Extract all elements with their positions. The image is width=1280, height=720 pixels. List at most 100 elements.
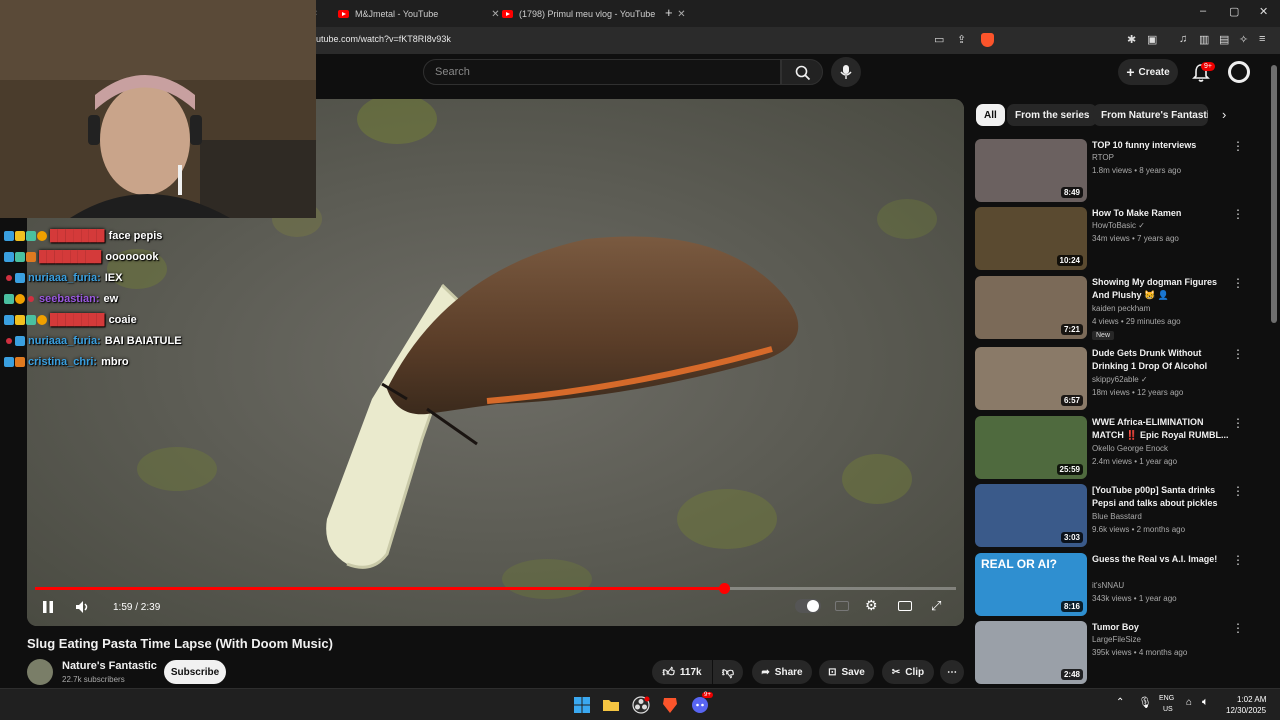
pause-icon[interactable] — [41, 600, 55, 614]
video-thumbnail[interactable]: 3:03 — [975, 484, 1087, 547]
video-thumbnail[interactable]: 8:49 — [975, 139, 1087, 202]
recommended-video[interactable]: 25:59 WWE Africa-ELIMINATION MATCH ‼️ Epi… — [975, 416, 1260, 480]
fullscreen-icon[interactable]: ⤢ — [931, 598, 941, 614]
sidebar-icon[interactable]: ▥ — [1199, 33, 1209, 46]
recommended-channel-name[interactable]: kaiden peckham — [1092, 304, 1150, 313]
file-explorer-icon[interactable] — [602, 696, 620, 714]
dislike-button[interactable]: 👎︎ — [713, 660, 743, 684]
channel-avatar[interactable] — [27, 659, 53, 685]
more-vertical-icon[interactable]: ⋮ — [1232, 347, 1244, 361]
clip-button[interactable]: ✂ Clip — [882, 660, 934, 684]
recommended-video-title[interactable]: WWE Africa-ELIMINATION MATCH ‼️ Epic Roy… — [1092, 416, 1232, 442]
recommended-video-title[interactable]: Dude Gets Drunk Without Drinking 1 Drop … — [1092, 347, 1232, 373]
chevron-right-icon[interactable]: › — [1222, 107, 1226, 122]
cast-icon[interactable]: ▭ — [934, 33, 944, 46]
recommended-channel-name[interactable]: Okello George Enock — [1092, 444, 1168, 453]
search-input[interactable]: Search — [423, 59, 781, 85]
microphone-tray-icon[interactable]: 🎙︎ — [1138, 696, 1152, 709]
recommended-channel-name[interactable]: RTOP — [1092, 153, 1114, 162]
clock-time[interactable]: 1:02 AM — [1237, 695, 1266, 704]
obs-icon[interactable] — [632, 696, 650, 714]
url-field[interactable]: utube.com/watch?v=fKT8RI8v93k — [316, 34, 451, 44]
account-avatar[interactable] — [1228, 61, 1250, 83]
more-actions-button[interactable]: ⋯ — [940, 660, 964, 684]
more-vertical-icon[interactable]: ⋮ — [1232, 416, 1244, 430]
video-thumbnail[interactable]: REAL OR AI? 8:16 — [975, 553, 1087, 616]
close-window-button[interactable]: ✕ — [1259, 5, 1268, 18]
media-icon[interactable]: ♫ — [1179, 33, 1187, 45]
video-thumbnail[interactable]: 6:57 — [975, 347, 1087, 410]
close-tab-icon[interactable]: ✕ — [677, 9, 685, 20]
menu-icon[interactable]: ≡ — [1259, 33, 1265, 45]
minimize-button[interactable]: – — [1200, 5, 1206, 17]
wallet-icon[interactable]: ▤ — [1219, 33, 1229, 46]
show-hidden-icons-icon[interactable]: ⌃ — [1116, 697, 1124, 708]
progress-scrubber-handle[interactable] — [718, 583, 730, 594]
tab-groups-icon[interactable]: ▣ — [1147, 33, 1157, 46]
close-tab-icon[interactable]: ✕ — [491, 9, 499, 20]
channel-name[interactable]: Nature's Fantastic — [62, 660, 157, 672]
recommended-channel-name[interactable]: skippy62able ✓ — [1092, 375, 1148, 384]
search-button[interactable] — [781, 59, 823, 85]
chat-username: seebastian: — [39, 292, 100, 305]
chat-username: ████████ — [39, 250, 102, 263]
network-icon[interactable]: ⌂ — [1186, 697, 1192, 708]
chip-all[interactable]: All — [976, 104, 1005, 126]
speaker-icon[interactable]: 🔈︎ — [1202, 696, 1209, 709]
recommended-video[interactable]: 10:24 How To Make Ramen HowToBasic ✓ 34m vi… — [975, 207, 1260, 271]
video-thumbnail[interactable]: 10:24 — [975, 207, 1087, 270]
progress-bar[interactable] — [35, 583, 956, 594]
new-tab-button[interactable]: + — [665, 5, 673, 20]
leo-ai-icon[interactable]: ✧ — [1239, 33, 1248, 46]
recommended-channel-name[interactable]: LargeFileSize — [1092, 635, 1141, 644]
recommended-video[interactable]: 7:21 Showing My dogman Figures And Plushy… — [975, 276, 1260, 340]
save-button[interactable]: ⊡ Save — [819, 660, 874, 684]
recommended-video[interactable]: 8:49 TOP 10 funny interviews RTOP 1.8m view… — [975, 139, 1260, 203]
browser-tab-primul-vlog[interactable]: (1798) Primul meu vlog - YouTube ✕ — [502, 3, 686, 25]
captions-icon[interactable] — [835, 601, 849, 611]
recommended-channel-name[interactable]: it'sNNAU — [1092, 581, 1124, 590]
share-page-icon[interactable]: ⇪ — [957, 33, 966, 46]
chip-from-the-series[interactable]: From the series — [1007, 104, 1098, 126]
subscribe-button[interactable]: Subscribe — [164, 660, 226, 684]
more-vertical-icon[interactable]: ⋮ — [1232, 484, 1244, 498]
more-vertical-icon[interactable]: ⋮ — [1232, 553, 1244, 567]
brave-shield-icon[interactable] — [981, 33, 994, 47]
miniplayer-icon[interactable] — [898, 601, 912, 611]
video-thumbnail[interactable]: 7:21 — [975, 276, 1087, 339]
recommended-channel-name[interactable]: HowToBasic ✓ — [1092, 221, 1145, 230]
volume-icon[interactable] — [75, 600, 91, 614]
brave-browser-icon[interactable] — [661, 696, 679, 714]
more-vertical-icon[interactable]: ⋮ — [1232, 139, 1244, 153]
more-vertical-icon[interactable]: ⋮ — [1232, 207, 1244, 221]
recommended-video[interactable]: 6:57 Dude Gets Drunk Without Drinking 1 D… — [975, 347, 1260, 411]
share-button[interactable]: ➦ Share — [752, 660, 812, 684]
settings-gear-icon[interactable]: ⚙ — [865, 597, 878, 614]
extensions-icon[interactable]: ✱ — [1127, 33, 1136, 46]
recommended-video-title[interactable]: [YouTube p00p] Santa drinks Pepsi and ta… — [1092, 484, 1232, 510]
recommended-video-title[interactable]: Guess the Real vs A.I. Image! — [1092, 553, 1232, 566]
video-thumbnail[interactable]: 25:59 — [975, 416, 1087, 479]
discord-icon[interactable] — [691, 696, 709, 714]
recommended-video[interactable]: 2:48 Tumor Boy LargeFileSize 395k views • 4… — [975, 621, 1260, 685]
browser-tab-mjmetal[interactable]: M&Jmetal - YouTube ✕ — [338, 3, 500, 25]
recommended-video[interactable]: 3:03 [YouTube p00p] Santa drinks Pepsi an… — [975, 484, 1260, 548]
recommended-video-title[interactable]: Tumor Boy — [1092, 621, 1232, 634]
create-button[interactable]: + Create — [1118, 59, 1178, 85]
language-indicator[interactable]: ENG — [1159, 695, 1174, 702]
restore-button[interactable]: ▢ — [1229, 5, 1239, 18]
recommended-video-title[interactable]: How To Make Ramen — [1092, 207, 1232, 220]
voice-search-button[interactable] — [831, 57, 861, 87]
more-vertical-icon[interactable]: ⋮ — [1232, 621, 1244, 635]
chip-from-channel[interactable]: From Nature's Fantastic — [1093, 104, 1208, 126]
like-button[interactable]: 👍︎ 117k — [652, 660, 712, 684]
windows-start-icon[interactable] — [573, 696, 591, 714]
video-thumbnail[interactable]: 2:48 — [975, 621, 1087, 684]
recommended-video[interactable]: REAL OR AI? 8:16 Guess the Real vs A.I. Im… — [975, 553, 1260, 617]
more-vertical-icon[interactable]: ⋮ — [1232, 276, 1244, 290]
page-scrollbar[interactable] — [1271, 65, 1277, 323]
recommended-channel-name[interactable]: Blue Basstard — [1092, 512, 1142, 521]
autoplay-toggle-icon[interactable] — [795, 599, 821, 613]
recommended-video-title[interactable]: TOP 10 funny interviews — [1092, 139, 1232, 152]
recommended-video-title[interactable]: Showing My dogman Figures And Plushy 😸 👤 — [1092, 276, 1232, 302]
